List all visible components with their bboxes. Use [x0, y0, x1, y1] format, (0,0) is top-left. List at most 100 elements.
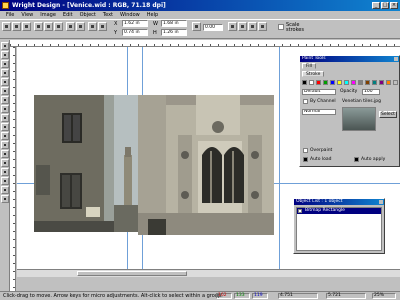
eyedropper-tool-icon[interactable]	[1, 123, 9, 131]
color-swatch[interactable]	[358, 80, 363, 85]
list-item[interactable]: Bitmap Rectangle	[297, 208, 381, 214]
horizontal-ruler[interactable]	[10, 40, 400, 47]
smudge-tool-icon[interactable]	[1, 150, 9, 158]
color-swatch[interactable]	[379, 80, 384, 85]
object-list: Bitmap Rectangle	[296, 207, 382, 251]
auto-load-checkbox[interactable]	[303, 157, 308, 162]
new-file-icon[interactable]	[2, 22, 11, 31]
skew-icon[interactable]	[248, 22, 257, 31]
menu-window[interactable]: Window	[117, 11, 144, 19]
window-title: Wright Design - [Venice.wid : RGB, 71.18…	[12, 2, 166, 9]
transform-tool-icon[interactable]	[1, 51, 9, 59]
street-photo[interactable]	[34, 95, 114, 232]
color-swatch[interactable]	[309, 80, 314, 85]
minimize-button[interactable]: _	[372, 2, 380, 9]
rectangle-tool-icon[interactable]	[1, 69, 9, 77]
auto-apply-checkbox[interactable]	[354, 157, 359, 162]
hand-tool-icon[interactable]	[1, 195, 9, 203]
flip-horizontal-icon[interactable]	[228, 22, 237, 31]
scale-strokes-checkbox[interactable]	[278, 24, 284, 30]
angle-field[interactable]: 0.00	[203, 24, 223, 31]
pen-tool-icon[interactable]	[1, 87, 9, 95]
tower-photo[interactable]	[114, 95, 138, 232]
pointer-tool-icon[interactable]	[1, 42, 9, 50]
undo-icon[interactable]	[66, 22, 75, 31]
visibility-icon[interactable]	[298, 209, 302, 213]
copy-icon[interactable]	[44, 22, 53, 31]
crop-tool-icon[interactable]	[1, 60, 9, 68]
scrollbar-thumb[interactable]	[77, 271, 187, 276]
color-swatch[interactable]	[393, 80, 398, 85]
status-bar: Click-drag to move. Arrow keys for micro…	[0, 291, 400, 300]
menu-object[interactable]: Object	[77, 11, 100, 19]
status-hint: Click-drag to move. Arrow keys for micro…	[3, 293, 223, 299]
vertical-ruler[interactable]	[10, 47, 16, 291]
menu-file[interactable]: File	[3, 11, 18, 19]
menu-text[interactable]: Text	[100, 11, 117, 19]
tab-fill[interactable]: Fill	[302, 63, 317, 69]
menu-view[interactable]: View	[18, 11, 37, 19]
paste-icon[interactable]	[54, 22, 63, 31]
brush-tool-icon[interactable]	[1, 96, 9, 104]
close-button[interactable]: ×	[390, 2, 398, 9]
zoom-tool-icon[interactable]	[1, 186, 9, 194]
select-texture-button[interactable]: Select	[379, 111, 397, 118]
panel-close-icon[interactable]	[394, 57, 398, 61]
color-swatch[interactable]	[372, 80, 377, 85]
status-green-value: 133	[234, 293, 250, 299]
facade-photo[interactable]	[138, 95, 274, 235]
color-swatch[interactable]	[337, 80, 342, 85]
color-swatch[interactable]	[302, 80, 307, 85]
maximize-button[interactable]: □	[381, 2, 389, 9]
zoom-icon[interactable]	[88, 22, 97, 31]
color-swatch[interactable]	[330, 80, 335, 85]
gradient-tool-icon[interactable]	[1, 177, 9, 185]
status-blue-value: 119	[252, 293, 268, 299]
zoom-level[interactable]: 25%	[372, 293, 396, 299]
color-swatch[interactable]	[323, 80, 328, 85]
redo-icon[interactable]	[76, 22, 85, 31]
auto-apply-label: Auto apply	[361, 157, 386, 162]
color-swatch[interactable]	[365, 80, 370, 85]
menu-edit[interactable]: Edit	[60, 11, 77, 19]
overpaint-checkbox[interactable]	[303, 148, 308, 153]
color-swatch[interactable]	[386, 80, 391, 85]
magic-wand-tool-icon[interactable]	[1, 159, 9, 167]
fill-tool-icon[interactable]	[1, 114, 9, 122]
status-x-value: 4.751	[278, 293, 318, 299]
paint-mode-select[interactable]: Default	[302, 89, 336, 95]
panel-close-icon[interactable]	[379, 200, 383, 204]
color-swatch[interactable]	[351, 80, 356, 85]
align-icon[interactable]	[258, 22, 267, 31]
paint-tools-title: Paint Tools	[300, 56, 399, 62]
x-position-field[interactable]: 1.62 in	[122, 20, 148, 27]
color-swatch[interactable]	[344, 80, 349, 85]
auto-load-label: Auto load	[310, 157, 332, 162]
menu-image[interactable]: Image	[37, 11, 60, 19]
opacity-field[interactable]: 100	[362, 89, 380, 95]
by-channel-checkbox[interactable]	[303, 99, 308, 104]
app-icon[interactable]	[2, 2, 9, 9]
flip-vertical-icon[interactable]	[238, 22, 247, 31]
lasso-tool-icon[interactable]	[1, 168, 9, 176]
tab-stroke[interactable]: Stroke	[302, 71, 325, 77]
open-file-icon[interactable]	[12, 22, 21, 31]
eraser-tool-icon[interactable]	[1, 132, 9, 140]
color-swatch[interactable]	[316, 80, 321, 85]
blend-mode-select[interactable]: Normal	[302, 109, 336, 115]
menu-help[interactable]: Help	[144, 11, 162, 19]
rotate-icon[interactable]	[192, 22, 201, 31]
clone-tool-icon[interactable]	[1, 141, 9, 149]
horizontal-scrollbar[interactable]	[17, 269, 400, 277]
y-position-field[interactable]: 0.74 in	[122, 29, 148, 36]
h-label: H	[153, 30, 157, 36]
width-field[interactable]: 1.68 in	[161, 20, 187, 27]
texture-thumbnail[interactable]	[342, 107, 376, 131]
cut-icon[interactable]	[34, 22, 43, 31]
ellipse-tool-icon[interactable]	[1, 78, 9, 86]
text-tool-icon[interactable]	[1, 105, 9, 113]
hand-icon[interactable]	[98, 22, 107, 31]
save-icon[interactable]	[22, 22, 31, 31]
guide-line[interactable]	[279, 47, 280, 269]
height-field[interactable]: 1.26 in	[161, 29, 187, 36]
